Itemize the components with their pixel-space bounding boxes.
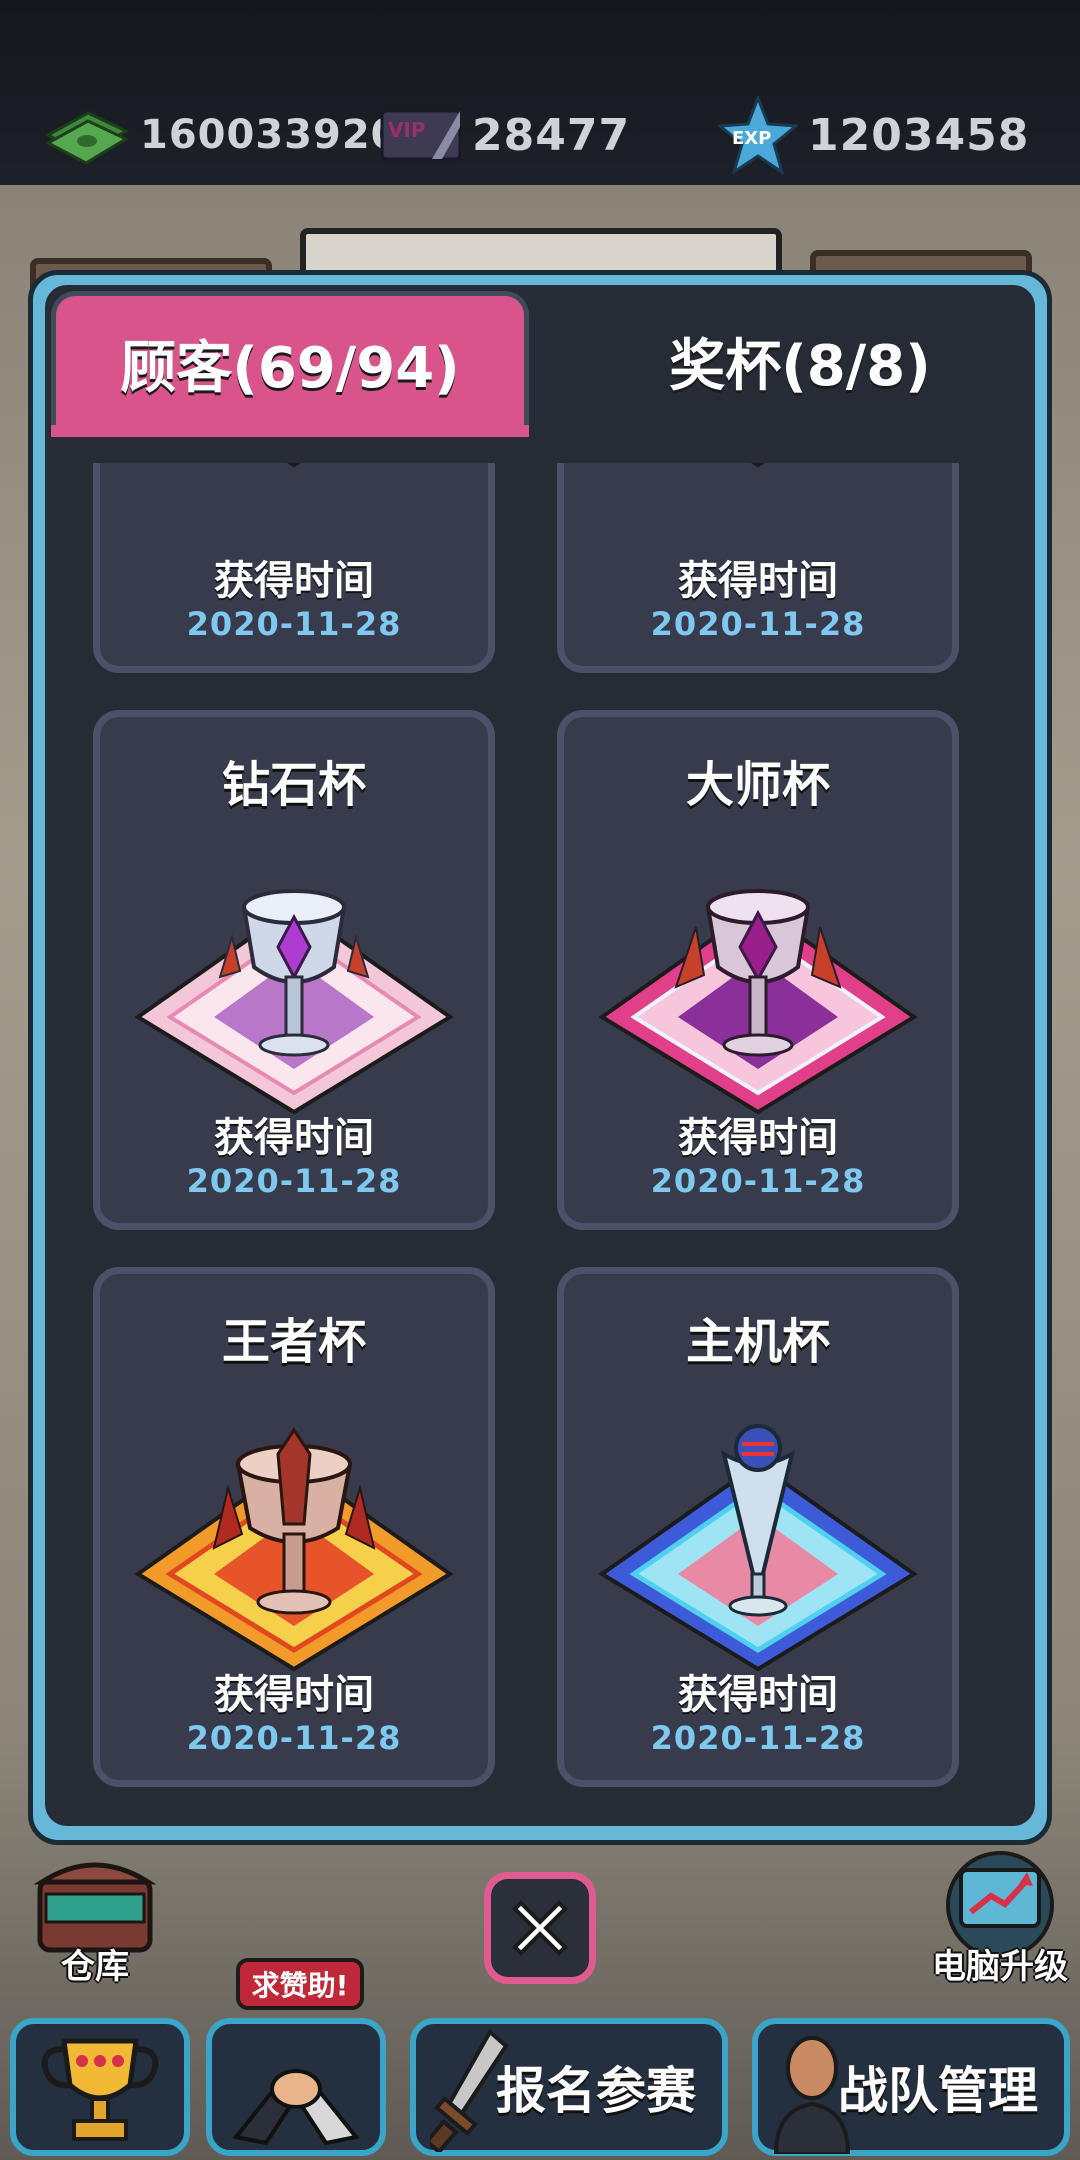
warehouse-button[interactable]: 仓库 bbox=[30, 1850, 160, 1987]
tab-trophies-label: 奖杯(8/8) bbox=[669, 333, 931, 399]
trophy-icon bbox=[41, 2038, 159, 2141]
warehouse-label: 仓库 bbox=[61, 1947, 129, 1987]
obtained-time-label: 获得时间 bbox=[678, 1672, 838, 1718]
tab-trophies[interactable]: 奖杯(8/8) bbox=[555, 291, 1035, 431]
obtained-date: 2020-11-28 bbox=[186, 1162, 402, 1200]
trophy-name: 主机杯 bbox=[685, 1314, 830, 1370]
player-avatar-icon bbox=[773, 2036, 851, 2154]
diamond-cup-icon bbox=[134, 889, 454, 1115]
vip-counter: VIP 28477 bbox=[380, 105, 630, 165]
obtained-time-label: 获得时间 bbox=[678, 1115, 838, 1161]
obtained-time-label: 获得时间 bbox=[214, 1115, 374, 1161]
trophy-card[interactable]: 大师杯 获得时间 2020-11-28 bbox=[557, 710, 959, 1230]
host-cup-icon bbox=[598, 1424, 918, 1672]
trophy-button[interactable] bbox=[10, 2018, 190, 2156]
gold-trophy-icon bbox=[286, 463, 302, 468]
obtained-date: 2020-11-28 bbox=[186, 605, 402, 643]
close-button[interactable] bbox=[484, 1872, 596, 1984]
exp-star-icon: EXP bbox=[718, 96, 798, 174]
obtained-date: 2020-11-28 bbox=[650, 605, 866, 643]
close-icon bbox=[512, 1900, 568, 1956]
sword-icon bbox=[430, 2028, 509, 2152]
svg-text:EXP: EXP bbox=[732, 128, 771, 149]
trophy-card[interactable]: 主机杯 获得时间 2020-11-28 bbox=[557, 1267, 959, 1787]
pc-upgrade-button[interactable]: 电脑升级 bbox=[932, 1850, 1068, 1987]
collection-dialog: 顾客(69/94) 奖杯(8/8) 获得时间 2020-11-28 获得时间 2… bbox=[28, 270, 1052, 1845]
vip-value: 28477 bbox=[472, 109, 631, 161]
tab-customers[interactable]: 顾客(69/94) bbox=[51, 291, 529, 431]
obtained-time-label: 获得时间 bbox=[214, 1672, 374, 1718]
vip-ticket-icon: VIP bbox=[380, 109, 462, 161]
trophy-card[interactable]: 获得时间 2020-11-28 bbox=[93, 463, 495, 673]
dialog-body: 顾客(69/94) 奖杯(8/8) 获得时间 2020-11-28 获得时间 2… bbox=[45, 285, 1035, 1826]
resource-bar: 160033920 VIP 28477 EXP 1203458 bbox=[0, 0, 1080, 185]
trophy-name: 大师杯 bbox=[685, 757, 830, 813]
register-match-label: 报名参赛 bbox=[496, 2062, 696, 2120]
tab-customers-label: 顾客(69/94) bbox=[120, 336, 460, 401]
bottom-action-bar: 报名参赛 战队管理 bbox=[0, 2010, 1080, 2160]
obtained-time-label: 获得时间 bbox=[678, 558, 838, 604]
master-cup-icon bbox=[598, 889, 918, 1115]
obtained-date: 2020-11-28 bbox=[186, 1719, 402, 1757]
emerald-trophy-icon bbox=[750, 463, 766, 468]
help-badge-label: 求赞助! bbox=[251, 1969, 349, 2002]
register-match-button[interactable]: 报名参赛 bbox=[410, 2018, 728, 2156]
trophy-card[interactable]: 获得时间 2020-11-28 bbox=[557, 463, 959, 673]
obtained-time-label: 获得时间 bbox=[214, 558, 374, 604]
obtained-date: 2020-11-28 bbox=[650, 1162, 866, 1200]
exp-value: 1203458 bbox=[808, 109, 1030, 161]
king-cup-icon bbox=[134, 1427, 454, 1672]
svg-text:VIP: VIP bbox=[388, 118, 426, 142]
trophy-name: 钻石杯 bbox=[221, 757, 366, 813]
cash-counter: 160033920 bbox=[44, 105, 400, 165]
trophy-card[interactable]: 王者杯 获得时间 2020-11-28 bbox=[93, 1267, 495, 1787]
team-management-button[interactable]: 战队管理 bbox=[752, 2018, 1070, 2156]
cash-icon bbox=[44, 111, 130, 165]
cash-value: 160033920 bbox=[140, 112, 400, 158]
help-badge: 求赞助! bbox=[236, 1958, 364, 2010]
obtained-date: 2020-11-28 bbox=[650, 1719, 866, 1757]
exp-counter: EXP 1203458 bbox=[718, 96, 1030, 174]
pc-upgrade-label: 电脑升级 bbox=[932, 1947, 1068, 1987]
trophy-list[interactable]: 获得时间 2020-11-28 获得时间 2020-11-28 钻石杯 获得时间… bbox=[45, 463, 1035, 1826]
handshake-icon bbox=[232, 2069, 360, 2146]
sponsor-button[interactable] bbox=[206, 2018, 386, 2156]
trophy-card[interactable]: 钻石杯 获得时间 2020-11-28 bbox=[93, 710, 495, 1230]
trophy-name: 王者杯 bbox=[221, 1314, 366, 1370]
team-management-label: 战队管理 bbox=[838, 2062, 1038, 2120]
tab-customers-underline bbox=[51, 425, 529, 437]
